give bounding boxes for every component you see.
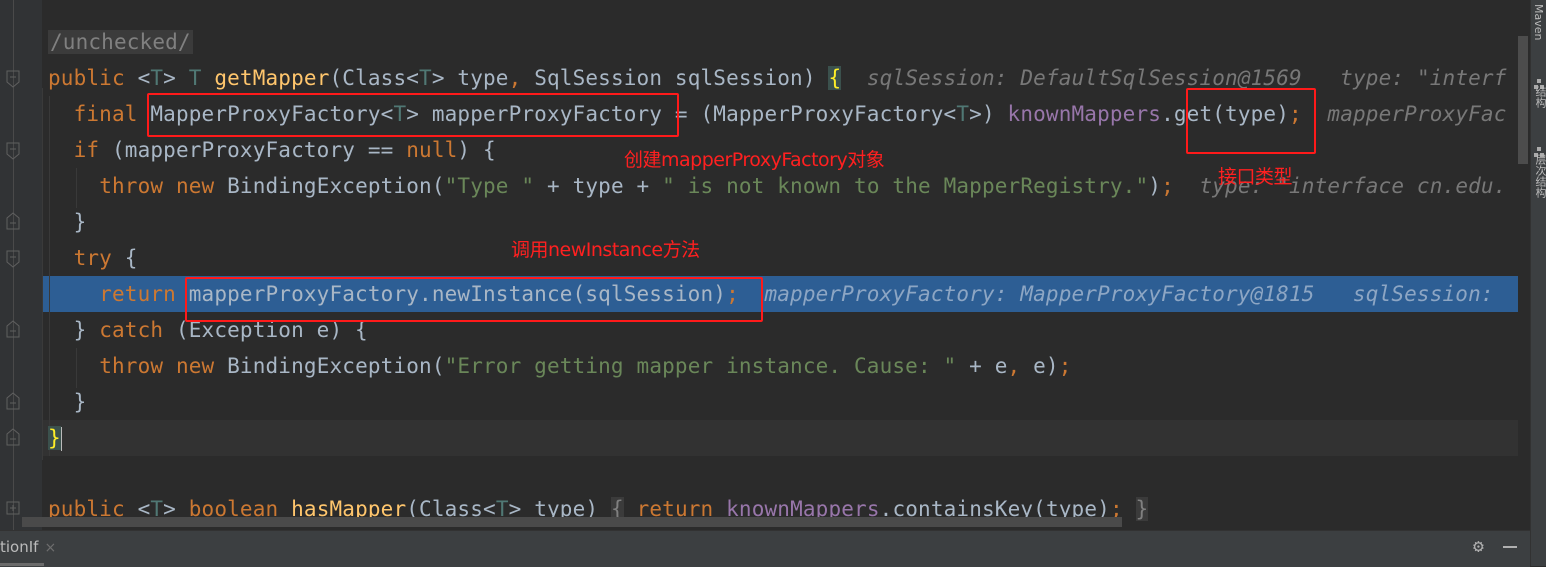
string-literal: " is not known to the MapperRegistry." xyxy=(662,174,1149,198)
type-param: T xyxy=(956,102,970,126)
type-param: T xyxy=(393,102,407,126)
keyword: public xyxy=(48,66,125,90)
code-line-7: try { xyxy=(48,240,138,276)
method-name: getMapper xyxy=(214,66,330,90)
code: (Exception e) { xyxy=(163,318,368,342)
note-call-new-instance: 调用newInstance方法 xyxy=(511,239,700,261)
code-line-2: public <T> T getMapper(Class<T> type, Sq… xyxy=(48,60,1507,96)
matched-brace: } xyxy=(48,426,61,450)
code-line-11: } xyxy=(48,384,87,420)
note-interface-type: 接口类型 xyxy=(1218,166,1293,188)
code: MapperProxyFactory< xyxy=(150,102,394,126)
bottom-tab-label: tionIf xyxy=(0,538,39,556)
keyword: new xyxy=(175,174,215,198)
punct: , xyxy=(1007,354,1021,378)
code: > mapperProxyFactory xyxy=(406,102,663,126)
code-line-8-execution-point: return mapperProxyFactory.newInstance(sq… xyxy=(48,276,1494,312)
punct: < xyxy=(137,66,151,90)
fold-collapse-icon[interactable] xyxy=(5,250,21,268)
code-line-1: /unchecked/ xyxy=(48,24,193,60)
debug-inline-value: mapperProxyFac xyxy=(1327,102,1507,126)
code: BindingException( xyxy=(214,354,445,378)
hierarchy-icon xyxy=(1534,142,1544,157)
gear-icon[interactable]: ⚙ xyxy=(1473,538,1491,556)
keyword: return xyxy=(99,282,176,306)
punct: ; xyxy=(1058,354,1072,378)
code: mapperProxyFactory.newInstance(sqlSessio… xyxy=(188,282,727,306)
code: BindingException( xyxy=(214,174,445,198)
structure-icon xyxy=(1534,74,1544,89)
code: = (MapperProxyFactory< xyxy=(662,102,957,126)
minimize-icon[interactable] xyxy=(1503,546,1517,548)
fold-collapse-icon[interactable] xyxy=(5,142,21,160)
fold-collapse-icon[interactable] xyxy=(5,70,21,88)
keyword: new xyxy=(175,354,215,378)
bottom-tab[interactable]: tionIf × xyxy=(0,531,56,564)
code-line-10: throw new BindingException("Error gettin… xyxy=(48,348,1072,384)
code-line-6: } xyxy=(48,204,87,240)
current-line-highlight xyxy=(42,420,1530,456)
close-icon[interactable]: × xyxy=(44,540,56,556)
keyword: null xyxy=(406,138,458,162)
punct: > xyxy=(163,66,176,90)
code: } xyxy=(73,318,100,342)
code: + e xyxy=(956,354,1008,378)
string-literal: "Type " xyxy=(444,174,535,198)
code-line-9: } catch (Exception e) { xyxy=(48,312,368,348)
maven-tool-button[interactable]: Maven xyxy=(1532,4,1545,40)
note-create-factory: 创建mapperProxyFactory对象 xyxy=(624,149,885,171)
code: } xyxy=(73,390,87,414)
punct: ; xyxy=(1289,102,1302,126)
keyword: catch xyxy=(99,318,164,342)
code: SqlSession sqlSession) xyxy=(521,66,829,90)
structure-tool-button[interactable]: 结构 xyxy=(1532,86,1546,108)
code: >) xyxy=(969,102,1008,126)
text-caret xyxy=(60,427,62,451)
keyword: final xyxy=(73,102,138,126)
code-line-12: } xyxy=(48,420,62,456)
matched-brace: { xyxy=(828,66,842,90)
code: (Class< xyxy=(329,66,420,90)
punct: , xyxy=(508,66,522,90)
type-param: T xyxy=(188,66,202,90)
code: + type + xyxy=(534,174,663,198)
fold-expand-end-icon[interactable] xyxy=(5,212,21,230)
field-name: knownMappers xyxy=(1007,102,1162,126)
code: (mapperProxyFactory == xyxy=(99,138,407,162)
keyword: throw xyxy=(99,354,164,378)
hierarchy-tool-button[interactable]: 层次结构 xyxy=(1532,154,1546,198)
string-literal: "Error getting mapper instance. Cause: " xyxy=(444,354,957,378)
code-line-3: final MapperProxyFactory<T> mapperProxyF… xyxy=(48,96,1507,132)
code: } xyxy=(73,210,87,234)
punct: ; xyxy=(1161,174,1174,198)
horizontal-scrollbar-thumb[interactable] xyxy=(22,517,1122,527)
keyword: try xyxy=(73,246,112,270)
code: { xyxy=(111,246,138,270)
fold-end-icon[interactable] xyxy=(5,428,21,446)
type-param: T xyxy=(419,66,432,90)
code-line-4: if (mapperProxyFactory == null) { xyxy=(48,132,496,168)
code-editor[interactable]: /unchecked/ public <T> T getMapper(Class… xyxy=(0,0,1530,530)
keyword: throw xyxy=(99,174,164,198)
bottom-tool-window: tionIf × ⚙ xyxy=(0,530,1530,567)
debug-inline-value: mapperProxyFactory: MapperProxyFactory@1… xyxy=(764,282,1494,306)
suppress-warnings-annotation: /unchecked/ xyxy=(48,30,193,54)
folded-brace[interactable]: } xyxy=(1135,497,1149,521)
vertical-scrollbar-thumb[interactable] xyxy=(1518,36,1528,164)
fold-collapse-icon[interactable] xyxy=(5,320,21,338)
indent-guide xyxy=(42,88,43,460)
code: e) xyxy=(1020,354,1059,378)
fold-expand-icon[interactable] xyxy=(5,500,21,518)
keyword: if xyxy=(73,138,100,162)
code: ) { xyxy=(457,138,496,162)
punct: ; xyxy=(726,282,739,306)
type-param: T xyxy=(150,66,164,90)
code: get(type) xyxy=(1173,102,1290,126)
punct: ) xyxy=(1148,174,1162,198)
fold-end-icon[interactable] xyxy=(5,392,21,410)
code: > type xyxy=(431,66,509,90)
debug-inline-value: sqlSession: DefaultSqlSession@1569 type:… xyxy=(866,66,1507,90)
right-tool-window-bar: Maven 结构 层次结构 xyxy=(1530,0,1546,566)
punct: . xyxy=(1161,102,1174,126)
